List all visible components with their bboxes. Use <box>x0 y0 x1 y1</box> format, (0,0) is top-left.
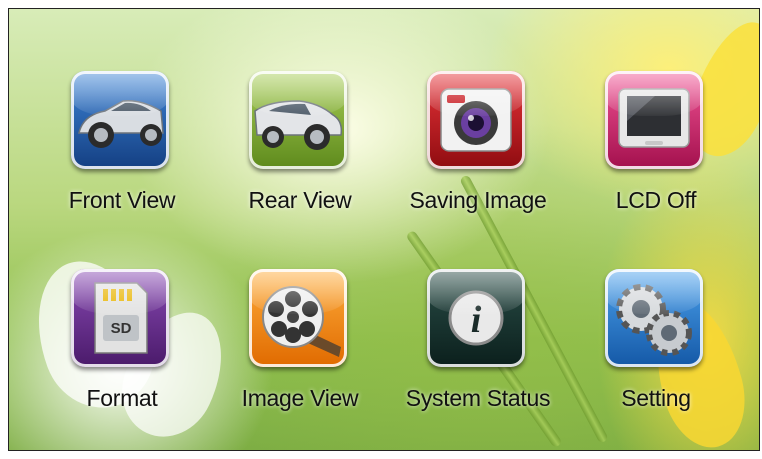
monitor-icon <box>618 88 690 148</box>
saving-image-label: Saving Image <box>409 187 547 213</box>
front-view-label: Front View <box>68 187 176 213</box>
system-status-button[interactable]: i <box>427 269 525 367</box>
setting-label: Setting <box>621 385 691 411</box>
setting-button[interactable] <box>605 269 703 367</box>
rear-car-icon <box>254 100 343 150</box>
lcd-off-label: LCD Off <box>615 187 697 213</box>
info-icon: i <box>448 290 504 346</box>
camera-icon <box>440 88 512 152</box>
saving-image-button[interactable] <box>427 71 525 169</box>
image-view-label: Image View <box>241 385 359 411</box>
main-menu-screen: Front View Rear View Saving Image LCD Of… <box>8 8 760 451</box>
format-label: Format <box>86 385 158 411</box>
gears-icon <box>616 284 692 356</box>
system-status-label: System Status <box>405 385 551 411</box>
sd-card-icon: SD <box>94 282 148 354</box>
format-button[interactable]: SD <box>71 269 169 367</box>
film-reel-icon <box>262 286 341 357</box>
svg-text:i: i <box>471 299 482 341</box>
front-view-button[interactable] <box>71 71 169 169</box>
rear-view-button[interactable] <box>249 71 347 169</box>
rear-view-label: Rear View <box>248 187 352 213</box>
image-view-button[interactable] <box>249 269 347 367</box>
front-car-icon <box>78 99 164 148</box>
svg-text:SD: SD <box>111 320 132 337</box>
lcd-off-button[interactable] <box>605 71 703 169</box>
